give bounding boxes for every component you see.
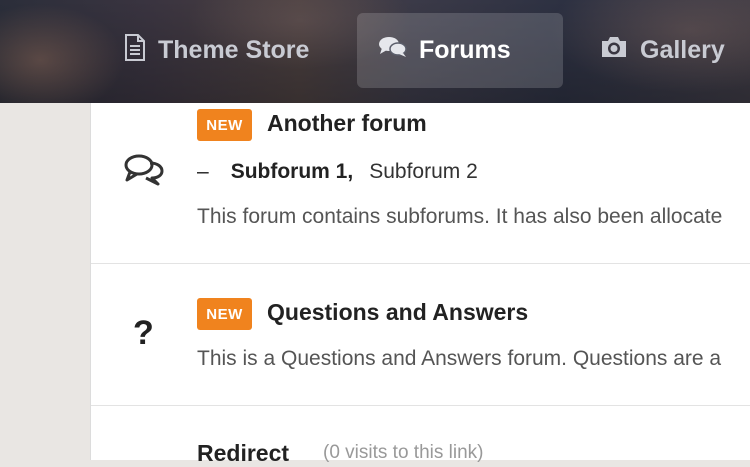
new-badge: NEW xyxy=(197,298,252,330)
tab-theme-store-label: Theme Store xyxy=(158,36,310,64)
forum-title-link[interactable]: Redirect xyxy=(197,440,289,467)
subforum-list: – Subforum 1, Subforum 2 xyxy=(197,160,478,184)
camera-icon xyxy=(600,35,628,66)
forum-title-link[interactable]: Questions and Answers xyxy=(267,299,528,326)
subforum-link-1[interactable]: Subforum 1, xyxy=(231,160,354,184)
forum-description: This is a Questions and Answers forum. Q… xyxy=(197,347,722,370)
question-mark-icon: ? xyxy=(133,314,154,352)
forum-row-another-forum: NEW Another forum – Subforum 1, Subforum… xyxy=(91,100,750,264)
new-badge: NEW xyxy=(197,109,252,141)
document-icon xyxy=(124,33,146,68)
forum-row-redirect: Redirect (0 visits to this link) xyxy=(91,406,750,466)
tab-gallery[interactable]: Gallery xyxy=(578,13,750,88)
tab-theme-store[interactable]: Theme Store xyxy=(102,13,342,88)
forum-row-questions-and-answers: ? NEW Questions and Answers This is a Qu… xyxy=(91,264,750,406)
tab-gallery-label: Gallery xyxy=(640,36,725,64)
subforum-link-2[interactable]: Subforum 2 xyxy=(369,160,478,184)
chat-bubbles-icon xyxy=(379,36,407,65)
subforum-prefix: – xyxy=(197,160,209,183)
chat-bubbles-outline-icon xyxy=(124,152,164,191)
forum-list: NEW Another forum – Subforum 1, Subforum… xyxy=(90,100,750,466)
top-navigation-bar: Theme Store Forums Gallery xyxy=(0,0,750,103)
tab-forums[interactable]: Forums xyxy=(357,13,563,88)
forum-description: This forum contains subforums. It has al… xyxy=(197,205,723,228)
redirect-visit-count: (0 visits to this link) xyxy=(323,442,484,463)
forum-title-link[interactable]: Another forum xyxy=(267,110,427,137)
tab-forums-label: Forums xyxy=(419,36,511,64)
